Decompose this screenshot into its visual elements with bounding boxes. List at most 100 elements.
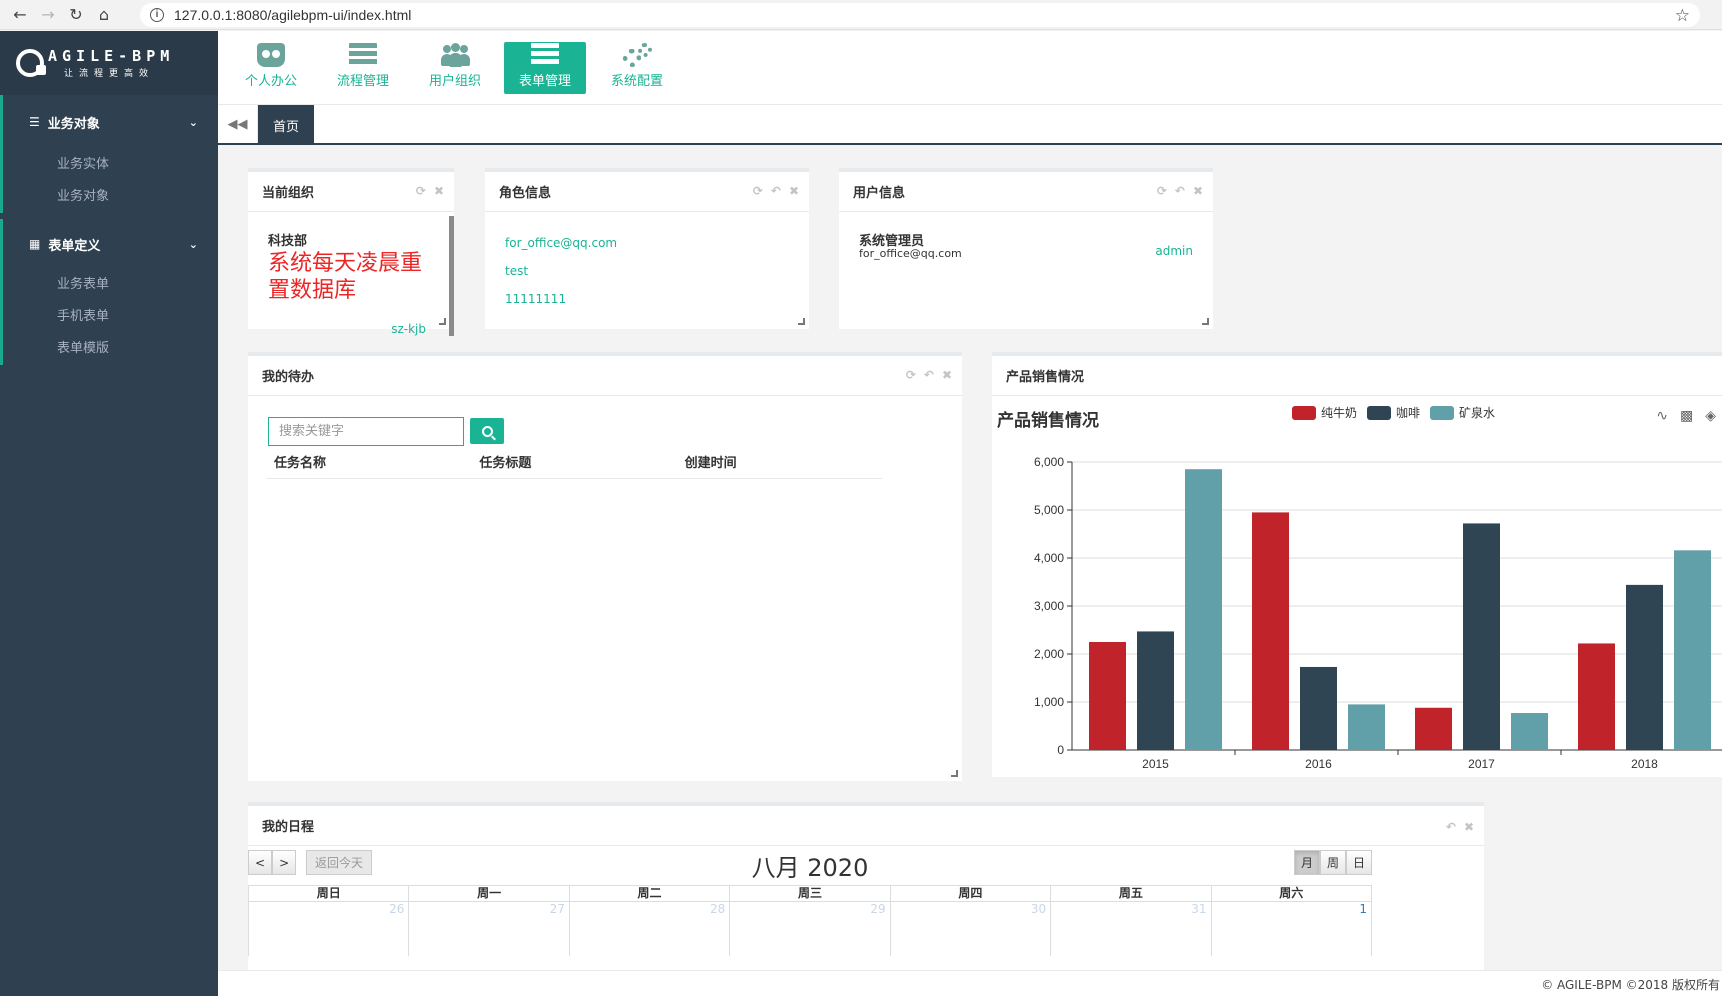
menu-head-business-object[interactable]: ☰ 业务对象 ⌄ xyxy=(0,95,218,149)
logo-text: AGILE-BPM xyxy=(48,47,175,65)
widget-title: 当前组织 ⟳ ✖ xyxy=(248,172,454,212)
reset-notice: 系统每天凌晨重置数据库 xyxy=(268,251,423,303)
reply-icon[interactable]: ↶ xyxy=(924,368,934,382)
widget-title: 用户信息 ⟳ ↶ ✖ xyxy=(839,172,1213,212)
module-process-management[interactable]: 流程管理 xyxy=(322,42,404,94)
weekday-wed: 周三 xyxy=(730,885,891,902)
bar xyxy=(1626,584,1663,750)
y-tick-label: 0 xyxy=(1057,743,1064,757)
bookmark-star-icon[interactable]: ☆ xyxy=(1675,6,1690,26)
site-info-icon[interactable]: i xyxy=(150,8,164,22)
resize-handle-icon[interactable] xyxy=(439,318,446,325)
widget-title: 角色信息 ⟳ ↶ ✖ xyxy=(485,172,809,212)
calendar-view-month[interactable]: 月 xyxy=(1293,850,1320,875)
close-icon[interactable]: ✖ xyxy=(942,368,952,382)
module-personal-office[interactable]: 个人办公 xyxy=(230,42,312,94)
calendar-week-row: 26 27 28 29 30 31 1 xyxy=(248,902,1372,956)
todo-search-input[interactable]: 搜索关键字 xyxy=(268,417,464,446)
menu-item-business-object[interactable]: 业务对象 xyxy=(0,181,218,213)
url-text: 127.0.0.1:8080/agilebpm-ui/index.html xyxy=(174,7,412,23)
forward-arrow-icon[interactable]: → xyxy=(34,1,62,29)
calendar-day-cell[interactable]: 31 xyxy=(1051,902,1212,956)
calendar-day-cell[interactable]: 27 xyxy=(409,902,570,956)
resize-handle-icon[interactable] xyxy=(951,770,958,777)
app-logo[interactable]: AGILE-BPM 让流程更高效 xyxy=(0,31,218,95)
weekday-mon: 周一 xyxy=(409,885,570,902)
refresh-icon[interactable]: ⟳ xyxy=(1157,184,1167,198)
module-user-organization[interactable]: 用户组织 xyxy=(414,42,496,94)
user-account[interactable]: admin xyxy=(1155,244,1193,258)
close-icon[interactable]: ✖ xyxy=(789,184,799,198)
reply-icon[interactable]: ↶ xyxy=(1175,184,1185,198)
y-tick-label: 3,000 xyxy=(1034,599,1064,613)
resize-handle-icon[interactable] xyxy=(798,318,805,325)
bar xyxy=(1137,631,1174,750)
org-code-link[interactable]: sz-kjb xyxy=(391,322,426,336)
menu-item-business-form[interactable]: 业务表单 xyxy=(0,269,218,301)
calendar-day-cell[interactable]: 29 xyxy=(730,902,891,956)
refresh-icon[interactable]: ⟳ xyxy=(753,184,763,198)
bar xyxy=(1348,704,1385,750)
role-email[interactable]: for_office@qq.com xyxy=(505,236,617,250)
calendar-grid: 周日 周一 周二 周三 周四 周五 周六 26 27 28 29 30 31 1 xyxy=(248,885,1372,956)
weekday-fri: 周五 xyxy=(1051,885,1212,902)
weekday-thu: 周四 xyxy=(890,885,1052,902)
module-system-config[interactable]: 系统配置 xyxy=(596,42,678,94)
bar xyxy=(1511,713,1548,750)
reply-icon[interactable]: ↶ xyxy=(1446,820,1456,834)
refresh-icon[interactable]: ⟳ xyxy=(906,368,916,382)
close-icon[interactable]: ✖ xyxy=(1193,184,1203,198)
menu-item-mobile-form[interactable]: 手机表单 xyxy=(0,301,218,333)
calendar-view-day[interactable]: 日 xyxy=(1345,850,1372,875)
y-tick-label: 2,000 xyxy=(1034,647,1064,661)
tab-home[interactable]: 首页 xyxy=(258,105,314,145)
calendar-day-cell[interactable]: 30 xyxy=(891,902,1052,956)
reply-icon[interactable]: ↶ xyxy=(771,184,781,198)
chevron-down-icon: ⌄ xyxy=(188,237,198,251)
todo-widget: 我的待办 ⟳ ↶ ✖ 搜索关键字 任务名称 任务标题 创建时间 xyxy=(248,352,962,781)
reload-icon[interactable]: ↻ xyxy=(62,1,90,29)
y-tick-label: 6,000 xyxy=(1034,455,1064,469)
gears-icon xyxy=(623,43,652,67)
scrollbar[interactable] xyxy=(449,216,454,336)
menu-group-business-object: ☰ 业务对象 ⌄ 业务实体 业务对象 xyxy=(0,95,218,219)
calendar-view-week[interactable]: 周 xyxy=(1319,850,1346,875)
weekday-tue: 周二 xyxy=(569,885,731,902)
menu-group-form-definition: ▦ 表单定义 ⌄ 业务表单 手机表单 表单模版 xyxy=(0,219,218,371)
resize-handle-icon[interactable] xyxy=(1202,318,1209,325)
y-tick-label: 5,000 xyxy=(1034,503,1064,517)
role-name[interactable]: test xyxy=(505,264,528,278)
address-bar[interactable]: i 127.0.0.1:8080/agilebpm-ui/index.html … xyxy=(140,3,1700,27)
close-icon[interactable]: ✖ xyxy=(434,184,444,198)
column-created-time[interactable]: 创建时间 xyxy=(677,452,882,478)
logo-mark-icon xyxy=(16,49,46,77)
refresh-icon[interactable]: ⟳ xyxy=(416,184,426,198)
menu-item-form-template[interactable]: 表单模版 xyxy=(0,333,218,365)
calendar-widget: 我的日程 ↶ ✖ < > 返回今天 八月 2020 月 周 日 周日 周一 周二… xyxy=(248,802,1484,970)
column-task-title[interactable]: 任务标题 xyxy=(471,452,676,478)
user-email: for_office@qq.com xyxy=(859,247,962,260)
role-code[interactable]: 11111111 xyxy=(505,292,566,306)
bar-chart: 0 1,000 2,000 3,000 4,000 5,000 6,000 2015 2016 2… xyxy=(1034,455,1722,771)
module-form-management[interactable]: 表单管理 xyxy=(504,42,586,94)
calendar-day-cell[interactable]: 1 xyxy=(1212,902,1372,956)
menu-head-form-definition[interactable]: ▦ 表单定义 ⌄ xyxy=(0,219,218,269)
todo-search-button[interactable] xyxy=(470,418,504,444)
x-tick-label: 2018 xyxy=(1631,757,1658,771)
close-icon[interactable]: ✖ xyxy=(1464,820,1474,834)
calendar-day-cell[interactable]: 28 xyxy=(570,902,731,956)
bar xyxy=(1415,707,1452,750)
bar xyxy=(1578,643,1615,750)
logo-slogan: 让流程更高效 xyxy=(64,69,155,79)
y-tick-label: 4,000 xyxy=(1034,551,1064,565)
home-icon[interactable]: ⌂ xyxy=(90,1,118,29)
calendar-month-title: 八月 2020 xyxy=(751,854,869,882)
column-task-name[interactable]: 任务名称 xyxy=(266,452,471,478)
menu-item-business-entity[interactable]: 业务实体 xyxy=(0,149,218,181)
back-arrow-icon[interactable]: ← xyxy=(6,1,34,29)
sales-chart-widget: 产品销售情况 产品销售情况 纯牛奶 咖啡 矿泉水 ∿ ▩ ◈ 0 1,000 2,0… xyxy=(992,352,1722,777)
user-info-widget: 用户信息 ⟳ ↶ ✖ 系统管理员 for_office@qq.com admin xyxy=(839,168,1213,329)
calendar-day-cell[interactable]: 26 xyxy=(248,902,410,956)
calendar-weekday-header: 周日 周一 周二 周三 周四 周五 周六 xyxy=(248,885,1372,902)
tab-scroll-left-icon[interactable]: ◀◀ xyxy=(218,105,258,143)
